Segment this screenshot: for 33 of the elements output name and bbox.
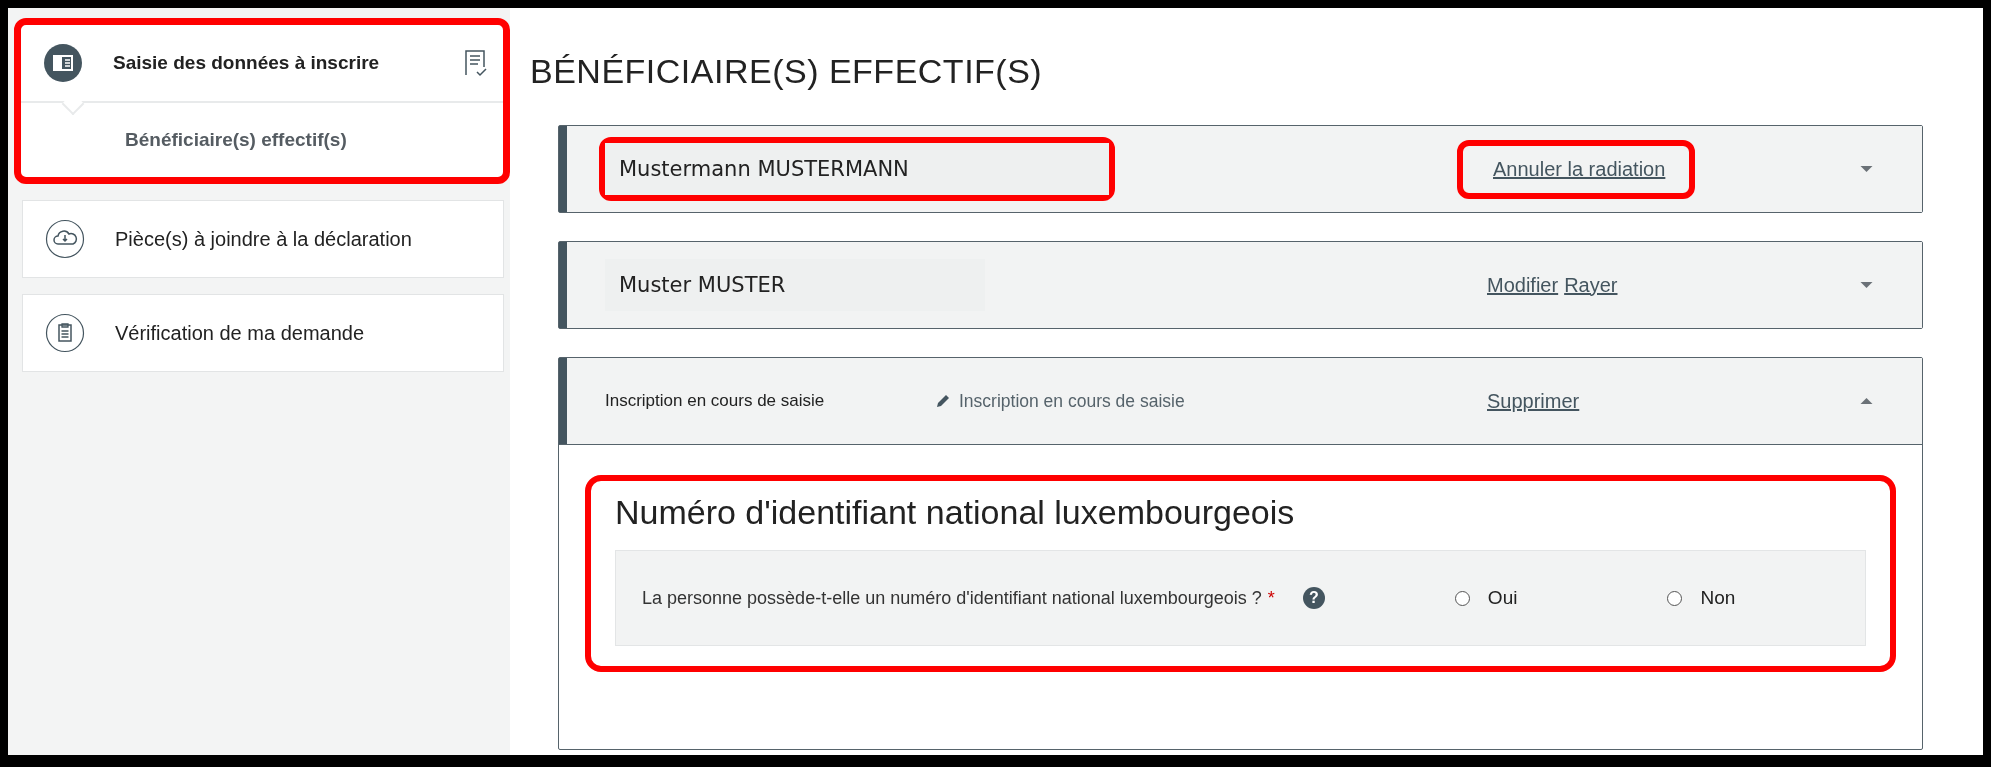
- entry-name: Inscription en cours de saisie: [605, 391, 826, 411]
- caret-down-icon[interactable]: [1860, 165, 1873, 173]
- question-label: La personne possède-t-elle un numéro d'identifiant national luxembourgeois ?: [642, 587, 1262, 609]
- help-icon[interactable]: ?: [1302, 587, 1325, 609]
- sidebar-item-label: Pièce(s) à joindre à la déclaration: [115, 227, 413, 251]
- sidebar-item-label: Saisie des données à inscrire: [113, 52, 381, 74]
- entry-name: Muster MUSTER: [605, 259, 986, 311]
- pencil-icon: [935, 393, 951, 409]
- page-title: BÉNÉFICIAIRE(S) EFFECTIF(S): [530, 52, 1044, 91]
- clipboard-icon: [45, 313, 85, 353]
- required-mark: *: [1267, 587, 1275, 609]
- accordion-header[interactable]: Mustermann MUSTERMANN Annuler la radiation: [559, 126, 1922, 212]
- radio-option[interactable]: Non: [1667, 587, 1736, 609]
- status-text: Inscription en cours de saisie: [959, 390, 1185, 412]
- sidebar-item[interactable]: Vérification de ma demande: [23, 295, 503, 371]
- checklist-icon: [463, 48, 487, 78]
- accordion-header[interactable]: Inscription en cours de saisie Inscription en cours de saisie Supprimer: [559, 358, 1922, 444]
- book-icon: [43, 43, 83, 83]
- entry-name: Mustermann MUSTERMANN: [605, 143, 1109, 195]
- radio-option[interactable]: Oui: [1454, 587, 1518, 609]
- action-link[interactable]: Annuler la radiation: [1493, 157, 1666, 181]
- caret-down-icon[interactable]: [1860, 281, 1873, 289]
- sidebar-item[interactable]: Pièce(s) à joindre à la déclaration: [23, 201, 503, 277]
- accordion-header[interactable]: Muster MUSTER Modifier Rayer: [559, 242, 1922, 328]
- sidebar-subitem[interactable]: Bénéficiaire(s) effectif(s): [125, 129, 347, 151]
- action-link[interactable]: Rayer: [1564, 273, 1618, 297]
- action-link[interactable]: Supprimer: [1487, 389, 1580, 413]
- sidebar-item-label: Vérification de ma demande: [115, 321, 366, 345]
- action-link[interactable]: Modifier: [1487, 273, 1559, 297]
- section-title: Numéro d'identifiant national luxembourgeois: [615, 493, 1296, 532]
- caret-up-icon[interactable]: [1860, 397, 1873, 405]
- cloud-download-icon: [45, 219, 85, 259]
- sidebar-item[interactable]: Saisie des données à inscrire: [21, 25, 503, 101]
